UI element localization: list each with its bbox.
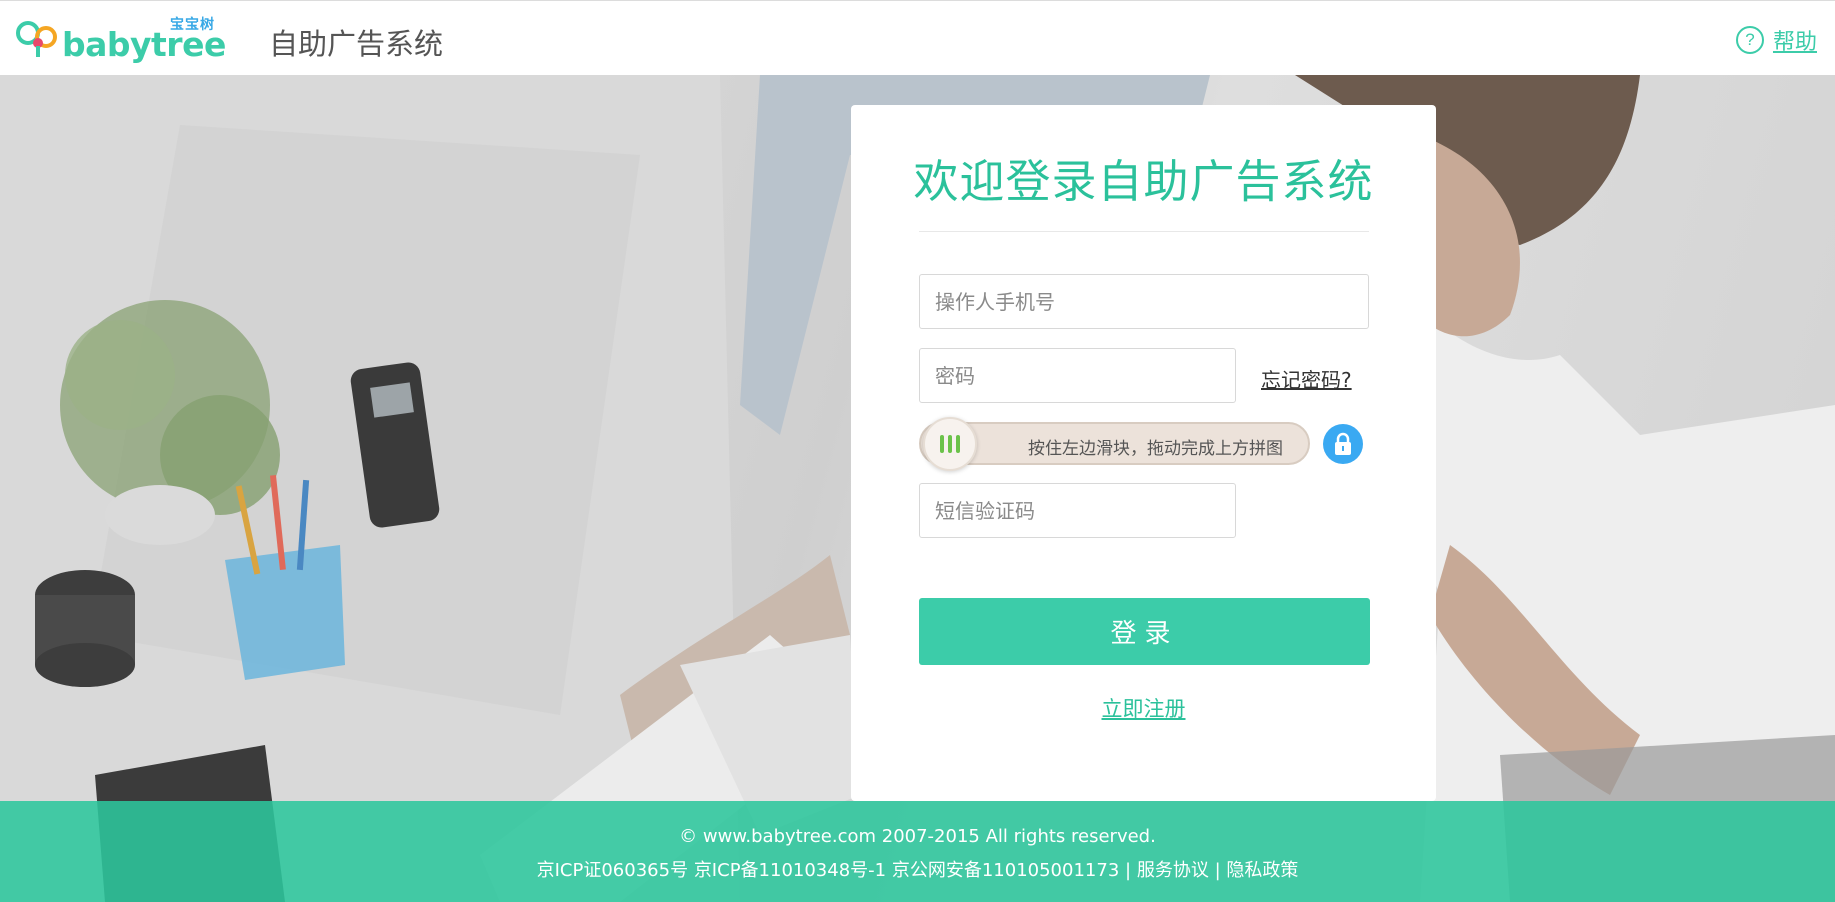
login-title: 欢迎登录自助广告系统	[913, 155, 1374, 208]
login-button[interactable]: 登录	[919, 598, 1370, 665]
forgot-password-link[interactable]: 忘记密码?	[1261, 364, 1352, 393]
lock-icon	[1323, 424, 1363, 464]
police-record: 京公网安备110105001173	[891, 860, 1120, 881]
help-link-group[interactable]: ? 帮助	[1735, 24, 1817, 56]
app-title: 自助广告系统	[269, 27, 444, 61]
top-header: babytree 宝宝树 自助广告系统 ? 帮助	[0, 0, 1835, 75]
password-input[interactable]	[919, 348, 1236, 403]
footer-links: 京ICP证060365号 京ICP备11010348号-1 京公网安备11010…	[0, 856, 1835, 882]
logo-tree-icon	[16, 21, 57, 57]
question-circle-icon[interactable]: ?	[1735, 26, 1764, 54]
privacy-link[interactable]: 隐私政策	[1226, 860, 1298, 881]
grip-bar	[948, 435, 952, 453]
grip-bar	[956, 435, 960, 453]
sms-code-input[interactable]	[919, 483, 1236, 538]
title-divider	[919, 231, 1369, 232]
register-link[interactable]: 立即注册	[851, 693, 1436, 723]
copyright-text: © www.babytree.com 2007-2015 All rights …	[679, 826, 1156, 847]
phone-input[interactable]	[919, 274, 1369, 329]
logo-chinese-name: 宝宝树	[170, 17, 215, 33]
help-link[interactable]: 帮助	[1773, 24, 1817, 56]
babytree-logo[interactable]: babytree 宝宝树	[16, 13, 226, 64]
footer-separator: |	[1125, 860, 1132, 881]
icp-record: 京ICP备11010348号-1	[693, 860, 887, 881]
grip-bar	[940, 435, 944, 453]
footer: © www.babytree.com 2007-2015 All rights …	[0, 801, 1835, 902]
footer-separator: |	[1214, 860, 1221, 881]
captcha-slider-handle[interactable]	[923, 417, 977, 471]
login-card: 欢迎登录自助广告系统 忘记密码? 按住左边滑块，拖动完成上方拼图 登录 立即注册	[851, 105, 1436, 801]
terms-link[interactable]: 服务协议	[1137, 860, 1209, 881]
captcha-slider-track[interactable]: 按住左边滑块，拖动完成上方拼图	[919, 417, 1310, 471]
icp-license: 京ICP证060365号	[536, 860, 689, 881]
slider-instruction: 按住左边滑块，拖动完成上方拼图	[1028, 439, 1283, 459]
